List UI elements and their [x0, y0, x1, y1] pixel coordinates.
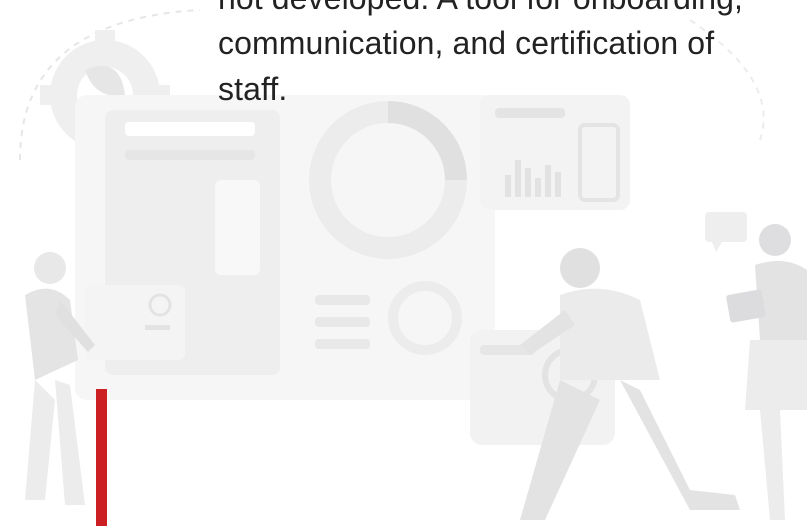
chat-bubble-icon	[705, 212, 747, 252]
description-line-3: staff.	[218, 70, 288, 107]
hero-section: not developed. A tool for onboarding, co…	[0, 0, 807, 526]
description-line-2: communication, and certification of	[218, 25, 715, 62]
description-text: not developed. A tool for onboarding, co…	[218, 0, 807, 112]
accent-bar	[96, 389, 107, 526]
description-line-1: not developed. A tool for onboarding,	[218, 0, 807, 21]
